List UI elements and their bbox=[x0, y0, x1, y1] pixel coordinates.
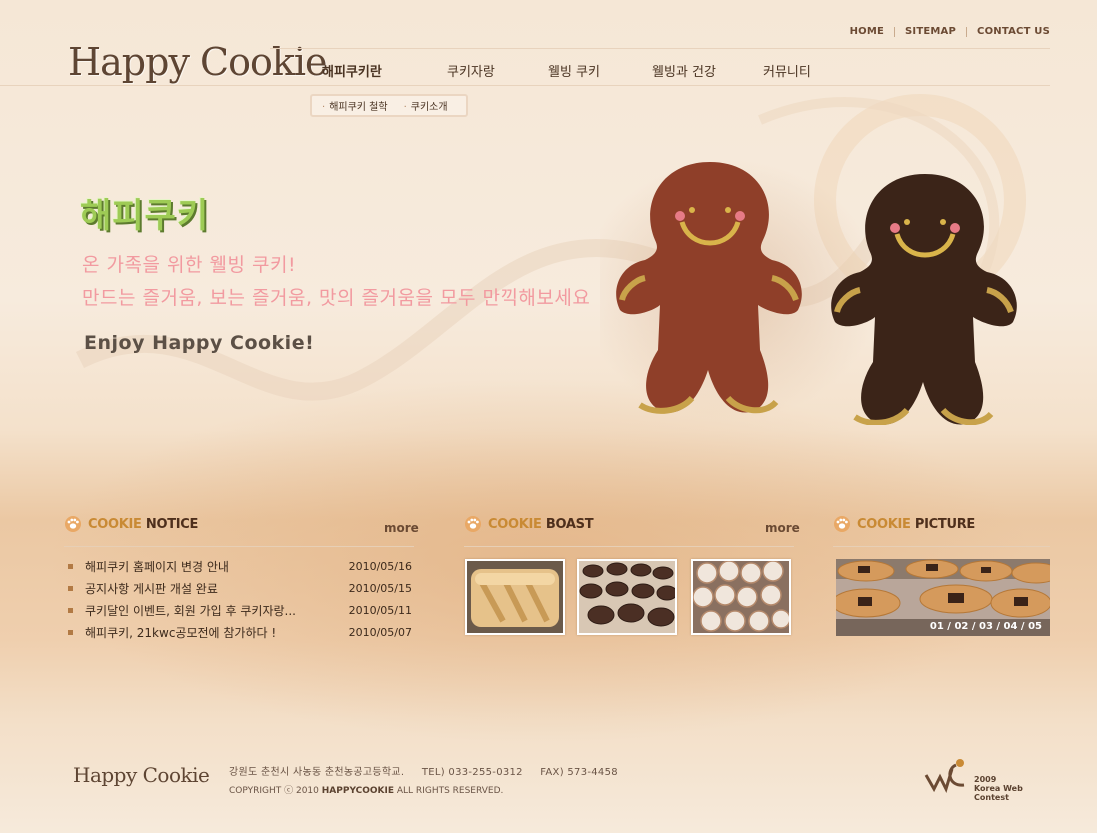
bullet bbox=[68, 563, 73, 569]
notice-item-date: 2010/05/07 bbox=[348, 625, 412, 639]
nav-item-boast[interactable]: 쿠키자랑 bbox=[447, 61, 495, 80]
footer-fax: FAX) 573-4458 bbox=[540, 767, 618, 778]
badge-year: 2009 bbox=[974, 775, 997, 784]
notice-more-link[interactable]: more bbox=[384, 521, 419, 535]
notice-list: 해피쿠키 홈페이지 변경 안내 2010/05/16 공지사항 게시판 개설 완… bbox=[68, 555, 412, 643]
notice-item-date: 2010/05/15 bbox=[348, 581, 412, 595]
picture-title-accent: COOKIE bbox=[857, 516, 911, 532]
picture-slideshow[interactable]: 01 / 02 / 03 / 04 / 05 bbox=[836, 559, 1050, 636]
notice-title-accent: COOKIE bbox=[88, 516, 142, 532]
boast-more-link[interactable]: more bbox=[765, 521, 800, 535]
hero-line-1: 온 가족을 위한 웰빙 쿠키! bbox=[82, 254, 297, 276]
bullet bbox=[68, 629, 73, 635]
footer-address-text: 강원도 춘천시 사농동 춘천농공고등학교. bbox=[229, 767, 405, 778]
pastry-image bbox=[467, 561, 563, 633]
util-separator bbox=[966, 26, 968, 37]
bullet bbox=[68, 607, 73, 613]
hero-line-2: 만드는 즐거움, 보는 즐거움, 맛의 즐거움을 모두 만끽해보세요 bbox=[82, 287, 591, 309]
nav-item-health[interactable]: 웰빙과 건강 bbox=[652, 61, 716, 80]
nav-item-community[interactable]: 커뮤니티 bbox=[763, 61, 811, 80]
notice-item-title[interactable]: 해피쿠키 홈페이지 변경 안내 bbox=[85, 558, 349, 575]
paw-icon bbox=[465, 516, 481, 532]
pager-page-3[interactable]: 03 bbox=[979, 621, 993, 632]
header-top-line bbox=[270, 48, 1050, 49]
footer-copyright: COPYRIGHT ⓒ 2010 HAPPYCOOKIE ALL RIGHTS … bbox=[229, 783, 503, 796]
boast-thumb-pastry[interactable] bbox=[465, 559, 565, 635]
utility-nav: HOME SITEMAP CONTACT US bbox=[850, 26, 1050, 37]
sub-nav: · 해피쿠키 철학 · 쿠키소개 bbox=[310, 94, 468, 117]
subnav-item-philosophy[interactable]: · 해피쿠키 철학 bbox=[322, 98, 388, 113]
nav-item-about[interactable]: 해피쿠키란 bbox=[322, 61, 382, 80]
footer-tel: TEL) 033-255-0312 bbox=[421, 767, 523, 778]
footer-address: 강원도 춘천시 사농동 춘천농공고등학교. TEL) 033-255-0312 … bbox=[229, 763, 618, 778]
bullet bbox=[68, 585, 73, 591]
picture-divider bbox=[833, 546, 1050, 547]
boast-title-accent: COOKIE bbox=[488, 516, 542, 532]
copyright-prefix: COPYRIGHT ⓒ 2010 bbox=[229, 786, 319, 796]
subnav-label: 쿠키소개 bbox=[410, 102, 448, 113]
picture-title: COOKIE PICTURE bbox=[833, 515, 975, 533]
gingerbread-illustration bbox=[600, 160, 1017, 425]
hero-tagline: Enjoy Happy Cookie! bbox=[84, 332, 315, 354]
pager-page-2[interactable]: 02 bbox=[954, 621, 968, 632]
notice-item-title[interactable]: 쿠키달인 이벤트, 회원 가입 후 쿠키자랑... bbox=[85, 602, 349, 619]
picture-title-rest: PICTURE bbox=[914, 516, 975, 532]
notice-divider bbox=[64, 546, 414, 547]
notice-item-date: 2010/05/16 bbox=[348, 559, 412, 573]
boast-thumb-chocolate[interactable] bbox=[577, 559, 677, 635]
pager-page-5[interactable]: 05 bbox=[1028, 621, 1042, 632]
copyright-suffix: ALL RIGHTS RESERVED. bbox=[396, 786, 504, 796]
notice-item[interactable]: 공지사항 게시판 개설 완료 2010/05/15 bbox=[68, 577, 412, 599]
nav-item-wellbeing-cookie[interactable]: 웰빙 쿠키 bbox=[548, 61, 600, 80]
pager-page-4[interactable]: 04 bbox=[1004, 621, 1018, 632]
crinkle-cookies-image bbox=[693, 561, 789, 633]
hero-title: 해피쿠키 bbox=[80, 196, 210, 236]
notice-item[interactable]: 쿠키달인 이벤트, 회원 가입 후 쿠키자랑... 2010/05/11 bbox=[68, 599, 412, 621]
notice-item[interactable]: 해피쿠키, 21kwc공모전에 참가하다 ! 2010/05/07 bbox=[68, 621, 412, 643]
util-sitemap-link[interactable]: SITEMAP bbox=[905, 26, 956, 37]
boast-divider bbox=[464, 546, 794, 547]
notice-item-title[interactable]: 해피쿠키, 21kwc공모전에 참가하다 ! bbox=[85, 624, 349, 641]
pager-page-1[interactable]: 01 bbox=[930, 621, 944, 632]
gingerbread-man-dark bbox=[831, 174, 1017, 425]
paw-icon bbox=[65, 516, 81, 532]
notice-title-rest: NOTICE bbox=[145, 516, 199, 532]
notice-item-date: 2010/05/11 bbox=[348, 603, 412, 617]
copyright-brand: HAPPYCOOKIE bbox=[321, 786, 395, 796]
header-bottom-line bbox=[0, 85, 1050, 86]
notice-item-title[interactable]: 공지사항 게시판 개설 완료 bbox=[85, 580, 349, 597]
subnav-label: 해피쿠키 철학 bbox=[329, 102, 388, 113]
kwc-logo-icon bbox=[924, 759, 965, 794]
notice-title: COOKIE NOTICE bbox=[64, 515, 198, 533]
util-home-link[interactable]: HOME bbox=[850, 26, 884, 37]
notice-item[interactable]: 해피쿠키 홈페이지 변경 안내 2010/05/16 bbox=[68, 555, 412, 577]
boast-title: COOKIE BOAST bbox=[464, 515, 594, 533]
picture-pager: 01 / 02 / 03 / 04 / 05 bbox=[929, 621, 1042, 632]
subnav-item-intro[interactable]: · 쿠키소개 bbox=[404, 98, 448, 113]
boast-title-rest: BOAST bbox=[545, 516, 594, 532]
util-contact-link[interactable]: CONTACT US bbox=[977, 26, 1050, 37]
site-logo[interactable]: Happy Cookie bbox=[68, 40, 327, 84]
footer-logo: Happy Cookie bbox=[73, 763, 210, 787]
chocolate-cookies-image bbox=[579, 561, 675, 633]
boast-thumb-crinkle[interactable] bbox=[691, 559, 791, 635]
util-separator bbox=[894, 26, 896, 37]
badge-text: Korea Web Contest bbox=[974, 784, 1023, 802]
korea-web-contest-badge: 2009 Korea Web Contest bbox=[922, 755, 1047, 802]
paw-icon bbox=[834, 516, 850, 532]
